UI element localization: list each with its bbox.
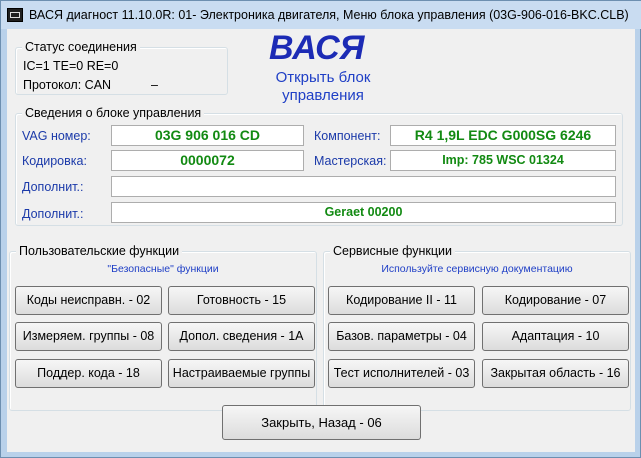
ecu-info-legend: Сведения о блоке управления	[22, 106, 205, 120]
workshop-label: Мастерская:	[314, 154, 387, 168]
vasya-logo: ВАСЯ	[269, 29, 365, 67]
protocol-extra: –	[151, 78, 158, 92]
coding-field[interactable]: 0000072	[111, 150, 304, 171]
coding-label: Кодировка:	[22, 154, 87, 168]
user-functions-legend: Пользовательские функции	[16, 244, 183, 258]
basic-settings-button[interactable]: Базов. параметры - 04	[328, 322, 475, 351]
component-label: Компонент:	[314, 129, 381, 143]
user-functions-subtitle: "Безопасные" функции	[107, 263, 219, 275]
user-functions-group: Пользовательские функции "Безопасные" фу…	[9, 244, 317, 411]
service-functions-legend: Сервисные функции	[330, 244, 456, 258]
monitor-icon	[7, 8, 23, 22]
vag-number-field[interactable]: 03G 906 016 CD	[111, 125, 304, 146]
main-panel: Статус соединения IC=1 TE=0 RE=0 Протоко…	[7, 29, 635, 452]
protocol-label: Протокол: CAN	[23, 78, 112, 92]
extra-info-field-2[interactable]: Geraet 00200	[111, 202, 616, 223]
ecu-info-group: Сведения о блоке управления VAG номер: 0…	[15, 106, 623, 226]
vag-number-label: VAG номер:	[22, 129, 91, 143]
support-code-button[interactable]: Поддер. кода - 18	[15, 359, 162, 388]
open-block-title: Открыть блок управления	[275, 69, 371, 104]
custom-groups-button[interactable]: Настраиваемые группы	[168, 359, 315, 388]
adaptation-button[interactable]: Адаптация - 10	[482, 322, 629, 351]
extra-info-label-2: Дополнит.:	[22, 207, 84, 221]
connection-status-group: Статус соединения IC=1 TE=0 RE=0 Протоко…	[15, 40, 228, 95]
readiness-button[interactable]: Готовность - 15	[168, 286, 315, 315]
coding-2-button[interactable]: Кодирование II - 11	[328, 286, 475, 315]
workshop-field[interactable]: Imp: 785 WSC 01324	[390, 150, 616, 171]
measuring-groups-button[interactable]: Измеряем. группы - 08	[15, 322, 162, 351]
fault-codes-button[interactable]: Коды неисправн. - 02	[15, 286, 162, 315]
title-bar[interactable]: ВАСЯ диагност 11.10.0R: 01- Электроника …	[1, 1, 641, 29]
extra-info-field-1[interactable]	[111, 176, 616, 197]
close-back-button[interactable]: Закрыть, Назад - 06	[222, 405, 421, 440]
component-field[interactable]: R4 1,9L EDC G000SG 6246	[390, 125, 616, 146]
connection-status-line: IC=1 TE=0 RE=0	[23, 59, 119, 73]
coding-button[interactable]: Кодирование - 07	[482, 286, 629, 315]
extra-info-label-1: Дополнит.:	[22, 180, 84, 194]
connection-status-legend: Статус соединения	[22, 40, 140, 54]
service-functions-subtitle: Используйте сервисную документацию	[381, 263, 573, 275]
additional-info-button[interactable]: Допол. сведения - 1А	[168, 322, 315, 351]
service-functions-group: Сервисные функции Используйте сервисную …	[323, 244, 631, 411]
security-access-button[interactable]: Закрытая область - 16	[482, 359, 629, 388]
window-title: ВАСЯ диагност 11.10.0R: 01- Электроника …	[29, 8, 629, 22]
app-window: ВАСЯ диагност 11.10.0R: 01- Электроника …	[0, 0, 641, 458]
output-tests-button[interactable]: Тест исполнителей - 03	[328, 359, 475, 388]
